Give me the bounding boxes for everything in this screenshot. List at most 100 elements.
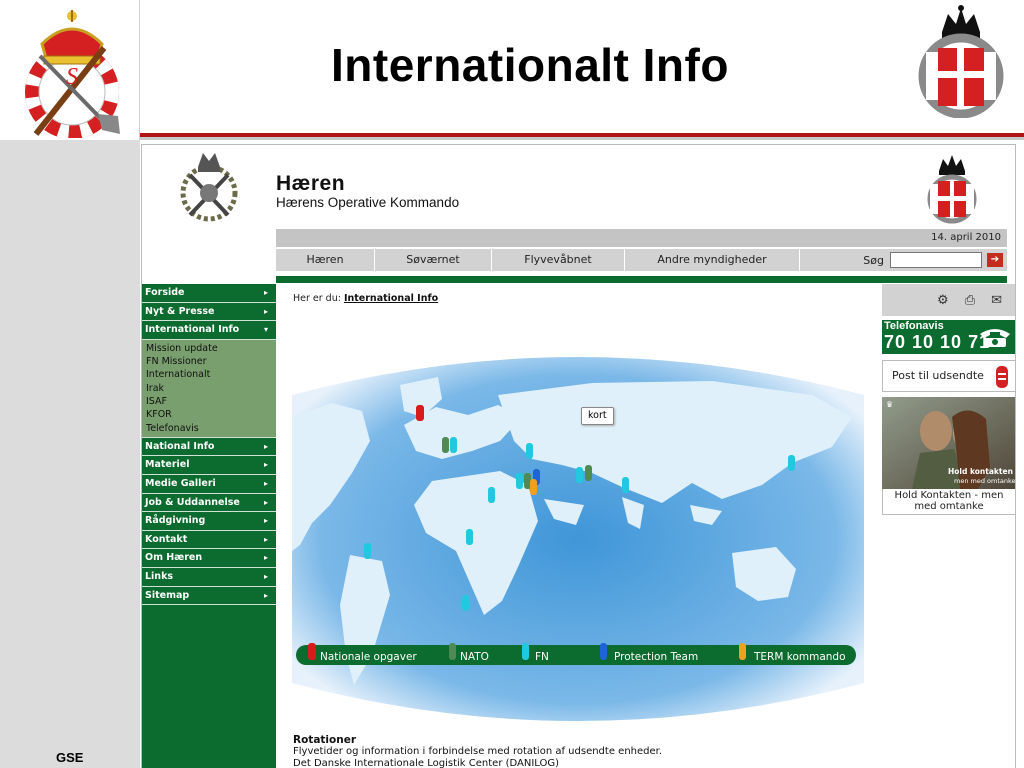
hold-kontakten-link[interactable]: Hold Kontakten - men med omtanke xyxy=(882,489,1015,515)
chevron-right-icon: ▸ xyxy=(263,516,268,526)
arrow-right-icon: ➔ xyxy=(990,254,1000,265)
submenu-irak[interactable]: Irak xyxy=(146,382,276,395)
submenu-fn-missioner[interactable]: FN Missioner xyxy=(146,355,276,368)
rotationer-text: Flyvetider og information i forbindelse … xyxy=(293,746,663,757)
print-icon[interactable]: ⎙ xyxy=(965,293,975,308)
sidebar-item-label: Medie Galleri xyxy=(145,478,216,490)
chevron-right-icon: ▸ xyxy=(263,288,268,297)
army-emblem-icon xyxy=(180,153,238,222)
crown-cross-icon xyxy=(927,155,977,224)
sidebar: Forside ▸ Nyt & Presse ▸ International Inf… xyxy=(142,284,276,768)
top-nav: Hæren Søværnet Flyvevåbnet Andre myndigh… xyxy=(276,249,1007,271)
hold-kontakten-photo[interactable]: ♛ Hold kontakten men med omtanke xyxy=(882,397,1016,489)
rotationer-title: Rotationer xyxy=(293,734,357,746)
legend-fn: FN xyxy=(535,651,549,663)
sidebar-item-nyt-presse[interactable]: Nyt & Presse ▸ xyxy=(142,303,276,322)
breadcrumb-current-link[interactable]: International Info xyxy=(344,293,438,304)
sidebar-item-label: Kontakt xyxy=(145,533,188,545)
nav-andre-myndigheder[interactable]: Andre myndigheder xyxy=(625,249,800,271)
telefonavis-banner[interactable]: Telefonavis 70 10 10 71 xyxy=(882,320,1015,354)
slide-title: Internationalt Info xyxy=(331,39,729,91)
sidebar-item-label: Job & Uddannelse xyxy=(145,496,240,508)
search-go-button[interactable]: ➔ xyxy=(987,253,1003,267)
slide-footer: GSE xyxy=(56,750,84,765)
breadcrumb: Her er du: International Info xyxy=(293,293,438,304)
brand-name: Hæren xyxy=(276,172,346,195)
chevron-right-icon: ▸ xyxy=(263,441,268,451)
sidebar-item-label: Nyt & Presse xyxy=(145,305,215,317)
submenu-telefonavis[interactable]: Telefonavis xyxy=(146,422,276,435)
submenu-mission-update[interactable]: Mission update xyxy=(146,342,276,355)
crown-cross-logo xyxy=(918,5,1004,118)
green-divider xyxy=(276,276,1007,283)
sidebar-item-label: International Info xyxy=(145,324,240,336)
slide-gray-rule xyxy=(140,137,1024,140)
legend-protection-team: Protection Team xyxy=(614,651,698,663)
legend-nato: NATO xyxy=(460,651,489,663)
search-label: Søg xyxy=(863,253,884,267)
sidebar-item-label: Om Hæren xyxy=(145,552,203,564)
post-label: Post til udsendte xyxy=(892,369,984,382)
chevron-right-icon: ▸ xyxy=(263,572,268,582)
page-tools: ⚙ ⎙ ✉ xyxy=(882,284,1015,316)
nav-haeren[interactable]: Hæren xyxy=(276,249,375,271)
sidebar-submenu: Mission update FN Missioner Internationa… xyxy=(142,339,276,438)
chevron-right-icon: ▸ xyxy=(263,306,268,316)
nav-soevaernet[interactable]: Søværnet xyxy=(375,249,492,271)
sidebar-item-forside[interactable]: Forside ▸ xyxy=(142,284,276,303)
chevron-down-icon: ▾ xyxy=(263,325,268,335)
rotationer-danilog-link[interactable]: Det Danske Internationale Logistik Cente… xyxy=(293,758,559,768)
sidebar-item-raadgivning[interactable]: Rådgivning ▸ xyxy=(142,512,276,531)
current-date: 14. april 2010 xyxy=(931,232,1001,243)
photo-caption-title: Hold kontakten xyxy=(948,467,1013,476)
sidebar-item-label: Rådgivning xyxy=(145,515,206,527)
sidebar-item-international-info[interactable]: International Info ▾ xyxy=(142,321,276,340)
telephone-icon xyxy=(980,329,1010,347)
kort-button[interactable]: kort xyxy=(581,407,614,425)
chevron-right-icon: ▸ xyxy=(263,590,268,600)
legend-term-kommando: TERM kommando xyxy=(753,651,846,663)
brand-block: Hæren Hærens Operative Kommando xyxy=(276,173,459,211)
chevron-right-icon: ▸ xyxy=(263,479,268,489)
sidebar-item-job-uddannelse[interactable]: Job & Uddannelse ▸ xyxy=(142,494,276,513)
sidebar-item-materiel[interactable]: Materiel ▸ xyxy=(142,456,276,476)
date-bar: 14. april 2010 xyxy=(276,229,1007,247)
sidebar-item-label: Forside xyxy=(145,287,185,298)
nav-flyvevaabnet[interactable]: Flyvevåbnet xyxy=(492,249,625,271)
mailbox-icon xyxy=(996,366,1008,388)
chevron-right-icon: ▸ xyxy=(263,460,268,470)
search-input[interactable] xyxy=(890,252,982,268)
post-til-udsendte-banner[interactable]: Post til udsendte xyxy=(882,360,1015,392)
sidebar-item-medie-galleri[interactable]: Medie Galleri ▸ xyxy=(142,475,276,494)
slide-left-band xyxy=(0,140,140,768)
slide-divider xyxy=(139,0,140,140)
crown-icon: ♛ xyxy=(886,400,894,409)
hok-crest-logo: S xyxy=(25,10,120,138)
sidebar-item-label: National Info xyxy=(145,440,215,452)
chevron-right-icon: ▸ xyxy=(263,497,268,507)
sidebar-item-links[interactable]: Links ▸ xyxy=(142,568,276,587)
brand-subtitle: Hærens Operative Kommando xyxy=(276,195,460,210)
right-column: ⚙ ⎙ ✉ Telefonavis 70 10 10 71 Post til u… xyxy=(882,284,1016,515)
world-mission-map[interactable]: Nationale opgaver NATO FN Protection Tea… xyxy=(292,355,864,723)
breadcrumb-prefix: Her er du: xyxy=(293,293,341,304)
sidebar-item-sitemap[interactable]: Sitemap ▸ xyxy=(142,587,276,606)
telefonavis-title: Telefonavis xyxy=(884,320,944,332)
sidebar-item-label: Links xyxy=(145,571,174,583)
photo-caption-sub: men med omtanke xyxy=(954,477,1016,485)
chevron-right-icon: ▸ xyxy=(263,534,268,544)
submenu-internationalt[interactable]: Internationalt xyxy=(146,368,276,381)
legend-nationale-opgaver: Nationale opgaver xyxy=(320,651,417,663)
sidebar-item-om-haeren[interactable]: Om Hæren ▸ xyxy=(142,549,276,569)
sidebar-item-label: Materiel xyxy=(145,459,190,471)
svg-text:S: S xyxy=(66,64,78,90)
gear-icon[interactable]: ⚙ xyxy=(937,293,949,308)
chevron-right-icon: ▸ xyxy=(263,553,268,563)
sidebar-item-kontakt[interactable]: Kontakt ▸ xyxy=(142,531,276,550)
submenu-kfor[interactable]: KFOR xyxy=(146,408,276,421)
mail-icon[interactable]: ✉ xyxy=(991,293,1002,308)
sidebar-item-national-info[interactable]: National Info ▸ xyxy=(142,438,276,457)
telefonavis-number: 70 10 10 71 xyxy=(884,332,991,352)
website-screenshot: Hæren Hærens Operative Kommando 14. apri… xyxy=(141,144,1016,768)
submenu-isaf[interactable]: ISAF xyxy=(146,395,276,408)
